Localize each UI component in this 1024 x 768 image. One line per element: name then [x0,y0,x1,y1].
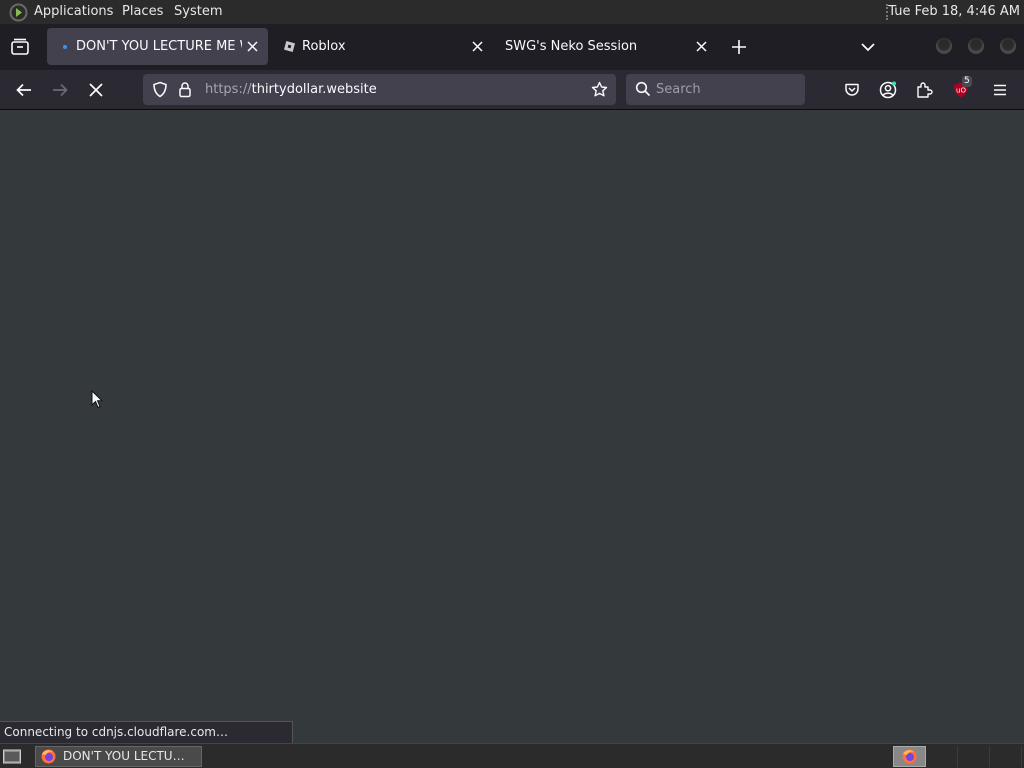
url-host: thirtydollar.website [251,82,377,97]
pocket-icon[interactable] [843,81,861,99]
system-top-panel: Applications Places System Tue Feb 18, 4… [0,0,1024,24]
workspace-2[interactable] [927,746,958,767]
url-scheme: https:// [205,82,252,97]
search-icon [635,81,651,97]
tab-strip: DON'T YOU LECTURE ME W Roblox SWG's Neko… [0,24,1024,70]
firefox-view-icon[interactable] [10,38,30,56]
taskbar-window-label: DON'T YOU LECTU… [63,749,185,763]
roblox-icon [283,40,296,53]
hamburger-menu-icon[interactable] [991,81,1009,99]
window-close-button[interactable] [1000,38,1016,54]
page-content-area[interactable] [0,111,1024,743]
search-input[interactable] [656,74,796,105]
window-maximize-button[interactable] [968,38,984,54]
firefox-icon [902,749,917,764]
navigation-toolbar: https://thirtydollar.website uO [0,70,1024,110]
stop-loading-x-icon[interactable] [87,81,105,99]
menu-places[interactable]: Places [122,0,163,24]
svg-text:uO: uO [956,87,966,95]
show-desktop-icon[interactable] [2,748,22,765]
close-tab-icon[interactable] [246,40,259,53]
tab-roblox[interactable]: Roblox [274,28,492,65]
tab-swg-neko-session[interactable]: SWG's Neko Session [496,28,720,65]
lock-icon[interactable] [178,81,192,98]
workspace-4[interactable] [991,746,1022,767]
taskbar-window-firefox[interactable]: DON'T YOU LECTU… [35,746,202,767]
extensions-puzzle-icon[interactable] [915,81,933,99]
firefox-icon [41,749,56,764]
back-arrow-icon[interactable] [15,81,33,99]
tracking-protection-shield-icon[interactable] [152,81,168,98]
workspace-3[interactable] [959,746,990,767]
status-panel: Connecting to cdnjs.cloudflare.com… [0,721,293,743]
url-bar[interactable]: https://thirtydollar.website [143,74,616,105]
loading-dot-icon [63,45,67,49]
url-text[interactable]: https://thirtydollar.website [205,74,377,105]
search-bar[interactable] [626,74,805,105]
menu-system[interactable]: System [174,0,222,24]
ublock-badge-count: 5 [962,76,972,87]
tab-title: SWG's Neko Session [505,39,638,54]
applications-logo-icon[interactable] [9,3,28,22]
workspace-1[interactable] [893,746,926,767]
tab-dont-you-lecture-me[interactable]: DON'T YOU LECTURE ME W [47,28,268,65]
mouse-cursor-icon [91,390,103,409]
bookmark-star-icon[interactable] [591,81,608,98]
tab-title: Roblox [302,39,346,54]
clock[interactable]: Tue Feb 18, 4:46 AM [888,0,1020,24]
close-tab-icon[interactable] [471,40,484,53]
menu-applications[interactable]: Applications [34,0,113,24]
tab-title: DON'T YOU LECTURE ME W [76,39,242,54]
account-icon[interactable] [879,81,897,99]
close-tab-icon[interactable] [695,40,708,53]
new-tab-plus-icon[interactable] [731,39,747,55]
window-minimize-button[interactable] [936,38,952,54]
list-all-tabs-chevron-icon[interactable] [860,41,876,53]
forward-arrow-icon[interactable] [51,81,69,99]
bottom-taskbar: DON'T YOU LECTU… [0,743,1024,768]
